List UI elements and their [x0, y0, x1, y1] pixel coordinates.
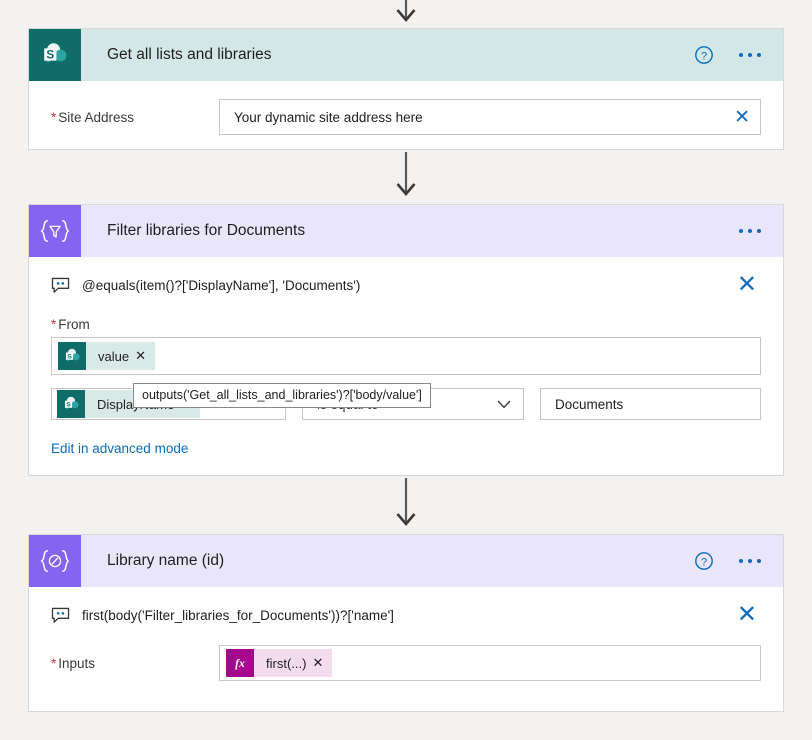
svg-text:?: ? [701, 556, 707, 568]
edit-in-advanced-mode-link[interactable]: Edit in advanced mode [29, 420, 210, 456]
sharepoint-icon: S [29, 29, 81, 81]
action-card-get-all-lists-and-libraries[interactable]: S Get all lists and libraries ? * Site Ad… [28, 28, 784, 150]
close-icon[interactable]: ✕ [135, 348, 155, 364]
card-body: first(body('Filter_libraries_for_Documen… [29, 587, 783, 699]
dot [757, 559, 761, 563]
card-header[interactable]: Filter libraries for Documents [29, 205, 783, 257]
connector-arrow-card1-to-card2 [0, 152, 812, 200]
ellipsis-icon[interactable] [739, 229, 761, 233]
token-label: first(...) [266, 655, 307, 671]
card-title: Filter libraries for Documents [107, 222, 306, 239]
close-icon[interactable]: ✕ [737, 603, 757, 627]
expression-token-first[interactable]: fx first(...) ✕ [226, 649, 333, 677]
fx-icon: fx [226, 649, 254, 677]
dot [739, 229, 743, 233]
help-circle-icon[interactable]: ? [691, 42, 717, 68]
site-address-value: Your dynamic site address here [234, 109, 423, 125]
label-text: Inputs [58, 655, 96, 671]
condition-value-input[interactable]: Documents [540, 388, 761, 420]
svg-text:S: S [46, 48, 54, 61]
card-header[interactable]: Library name (id) ? [29, 535, 783, 587]
dot [748, 559, 752, 563]
connector-arrow-top [0, 0, 812, 26]
card-body: @equals(item()?['DisplayName'], 'Documen… [29, 257, 783, 476]
dot [757, 229, 761, 233]
svg-text:S: S [67, 353, 72, 360]
label-text: Site Address [58, 109, 135, 125]
from-label: * From [29, 297, 783, 337]
action-card-library-name-id[interactable]: Library name (id) ? first(body('Filter_l… [28, 534, 784, 712]
sharepoint-icon: S [57, 390, 85, 418]
dot [748, 229, 752, 233]
token-label: value [98, 348, 130, 364]
help-circle-icon[interactable]: ? [691, 548, 717, 574]
compose-icon [29, 535, 81, 587]
ellipsis-icon[interactable] [739, 559, 761, 563]
dot [748, 53, 752, 57]
inputs-input[interactable]: fx first(...) ✕ [219, 645, 761, 681]
chevron-down-icon [497, 397, 511, 412]
filter-array-icon [29, 205, 81, 257]
dot [739, 559, 743, 563]
label-text: From [58, 317, 90, 332]
site-address-input[interactable]: Your dynamic site address here ✕ [219, 99, 761, 135]
comment-icon [51, 607, 70, 624]
close-icon[interactable]: ✕ [737, 273, 757, 297]
required-marker: * [51, 109, 57, 125]
comment-text: @equals(item()?['DisplayName'], 'Documen… [82, 277, 361, 293]
dynamic-token-value[interactable]: S value ✕ [58, 342, 155, 370]
flow-designer-canvas: S Get all lists and libraries ? * Site Ad… [0, 0, 812, 740]
dynamic-token-tooltip: outputs('Get_all_lists_and_libraries')?[… [133, 383, 431, 408]
required-marker: * [51, 317, 57, 332]
svg-text:S: S [66, 401, 71, 408]
comment-row: first(body('Filter_libraries_for_Documen… [29, 587, 783, 627]
card-header[interactable]: S Get all lists and libraries ? [29, 29, 783, 81]
card-title: Library name (id) [107, 552, 225, 569]
close-icon[interactable]: ✕ [734, 108, 750, 127]
close-icon[interactable]: ✕ [312, 655, 332, 671]
condition-value: Documents [555, 396, 624, 412]
svg-text:?: ? [701, 50, 707, 62]
card-title: Get all lists and libraries [107, 46, 272, 63]
comment-row: @equals(item()?['DisplayName'], 'Documen… [29, 257, 783, 297]
dot [757, 53, 761, 57]
dot [739, 53, 743, 57]
svg-text:fx: fx [235, 657, 245, 670]
card-body: * Site Address Your dynamic site address … [29, 81, 783, 153]
action-card-filter-libraries-for-documents[interactable]: Filter libraries for Documents @equals(i… [28, 204, 784, 476]
ellipsis-icon[interactable] [739, 53, 761, 57]
site-address-label: * Site Address [51, 110, 219, 125]
inputs-label: * Inputs [51, 656, 219, 671]
connector-arrow-card2-to-card3 [0, 478, 812, 530]
comment-icon [51, 277, 70, 294]
sharepoint-icon: S [58, 342, 86, 370]
from-input[interactable]: S value ✕ [51, 337, 761, 375]
comment-text: first(body('Filter_libraries_for_Documen… [82, 607, 394, 623]
inputs-row: * Inputs fx first(...) ✕ [29, 627, 783, 681]
required-marker: * [51, 655, 57, 671]
site-address-row: * Site Address Your dynamic site address … [29, 81, 783, 135]
